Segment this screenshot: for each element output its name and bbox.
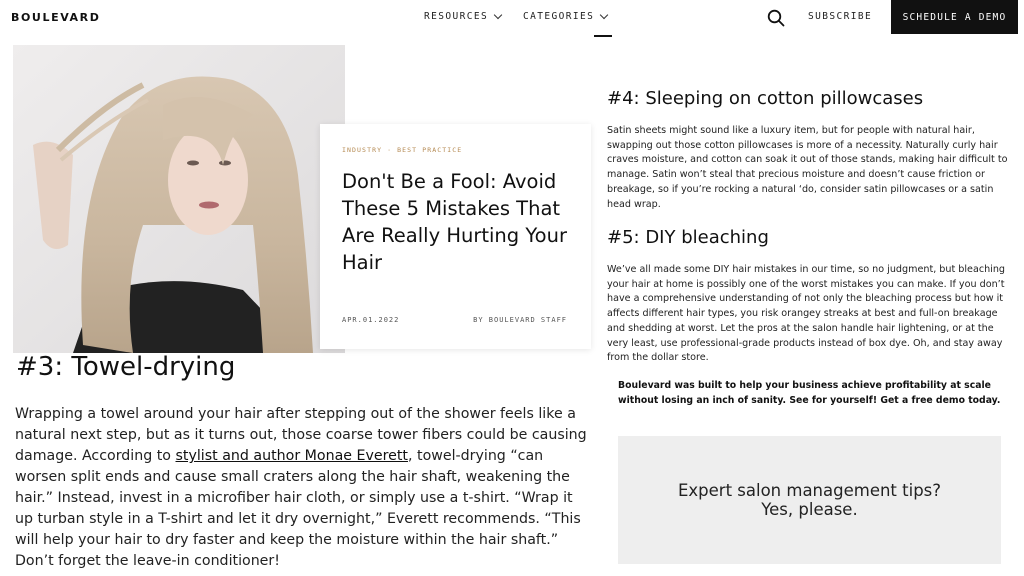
nav-resources-label: RESOURCES xyxy=(424,11,489,22)
chevron-down-icon xyxy=(493,10,503,20)
section-5-text: We’ve all made some DIY hair mistakes in… xyxy=(607,264,1006,349)
section-5-heading: #5: DIY bleaching xyxy=(607,227,769,248)
tips-line-1: Expert salon management tips? xyxy=(677,481,942,500)
nav-categories[interactable]: CATEGORIES xyxy=(523,10,609,22)
nav-resources[interactable]: RESOURCES xyxy=(424,10,503,22)
schedule-demo-button[interactable]: SCHEDULE A DEMO xyxy=(891,0,1018,34)
stylist-link[interactable]: stylist and author Monae Everett xyxy=(176,448,408,464)
top-nav: BOULEVARD RESOURCES CATEGORIES SUBSCRIBE… xyxy=(0,0,1024,37)
tips-line-2: Yes, please. xyxy=(761,500,858,519)
section-4-heading: #4: Sleeping on cotton pillowcases xyxy=(607,88,924,109)
section-3-body: Wrapping a towel around your hair after … xyxy=(15,404,595,572)
subscribe-link[interactable]: SUBSCRIBE xyxy=(808,11,872,22)
publish-date: APR.01.2022 xyxy=(342,316,400,324)
section-4-body: Satin sheets might sound like a luxury i… xyxy=(607,125,1008,210)
newsletter-box[interactable]: Expert salon management tips? Yes, pleas… xyxy=(618,436,1001,564)
hero-image xyxy=(13,45,345,353)
article-title: Don't Be a Fool: Avoid These 5 Mistakes … xyxy=(342,170,567,274)
logo[interactable]: BOULEVARD xyxy=(11,11,100,24)
promo-text: Boulevard was built to help your busines… xyxy=(618,379,1008,408)
nav-active-indicator xyxy=(594,35,612,37)
promo-end: . xyxy=(996,394,1001,406)
section-5-body: We’ve all made some DIY hair mistakes in… xyxy=(607,263,1013,366)
section-3-text-2: , towel-drying “can worsen split ends an… xyxy=(15,448,581,569)
byline: BY BOULEVARD STAFF xyxy=(473,316,567,324)
chevron-down-icon xyxy=(599,10,609,20)
article-card: INDUSTRY · BEST PRACTICE Don't Be a Fool… xyxy=(320,124,591,349)
search-icon[interactable] xyxy=(767,9,785,27)
category-tag[interactable]: INDUSTRY · BEST PRACTICE xyxy=(342,146,462,154)
section-5-text-end: . xyxy=(705,352,709,364)
section-3-heading: #3: Towel-drying xyxy=(16,352,236,382)
free-demo-link[interactable]: Get a free demo today xyxy=(880,395,997,406)
nav-categories-label: CATEGORIES xyxy=(523,11,595,22)
